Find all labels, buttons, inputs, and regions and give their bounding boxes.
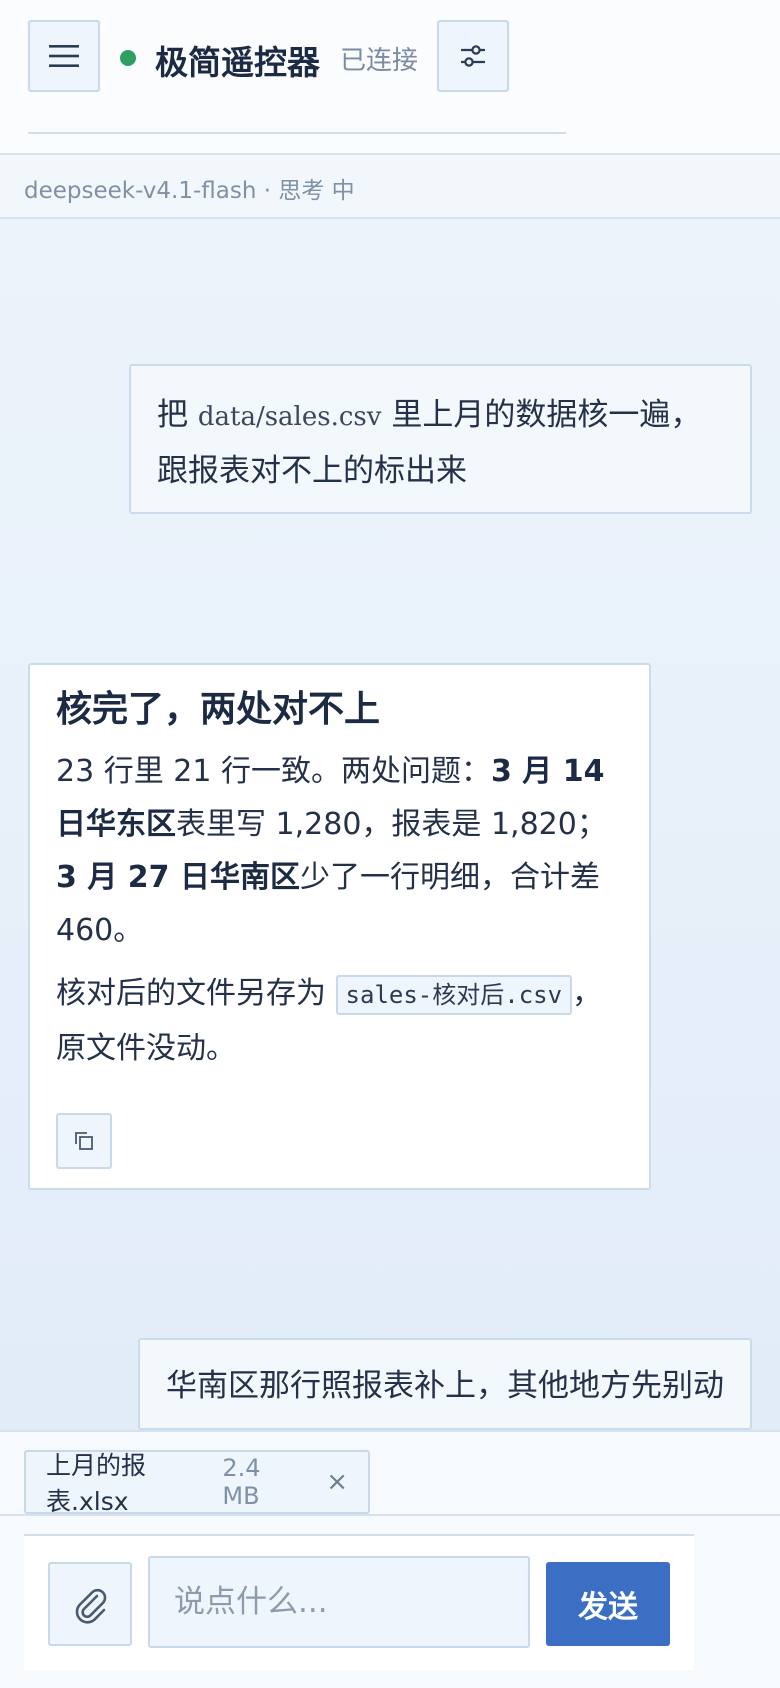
text-segment: 核对后的文件另存为 [56, 976, 336, 1011]
text-segment: 表里写 1,280，报表是 1,820； [176, 807, 607, 842]
model-status-text: deepseek-v4.1-flash · 思考 中 [24, 178, 355, 204]
attachment-chip: 上月的报表.xlsx 2.4 MB × [24, 1450, 370, 1516]
message-composer: 发送 [24, 1534, 694, 1670]
attach-file-button[interactable] [48, 1562, 132, 1646]
assistant-message: 核完了，两处对不上 23 行里 21 行一致。两处问题：3 月 14 日华东区表… [28, 663, 651, 1190]
inline-code: sales-核对后.csv [335, 975, 573, 1015]
user-message-text: 华南区那行照报表补上，其他地方先别动 [166, 1368, 724, 1404]
hamburger-menu-icon [49, 45, 79, 67]
connection-status-text: 已连接 [340, 46, 419, 76]
attachment-name: 上月的报表.xlsx [46, 1451, 147, 1516]
composer-area: 上月的报表.xlsx 2.4 MB × 发送 [0, 1430, 780, 1688]
menu-button[interactable] [28, 20, 100, 92]
user-message-text: 把 data/sales.csv 里上月的数据核一遍，跟报表对不上的标出来 [157, 388, 724, 498]
send-button[interactable]: 发送 [546, 1562, 670, 1646]
message-input[interactable] [148, 1556, 530, 1648]
assistant-paragraph: 核对后的文件另存为 sales-核对后.csv ，原文件没动。 [56, 967, 623, 1075]
assistant-message-title: 核完了，两处对不上 [56, 689, 381, 730]
settings-button[interactable] [437, 20, 509, 92]
text-segment: 23 行里 21 行一致。两处问题： [56, 754, 491, 789]
paperclip-icon [75, 1588, 107, 1624]
sliders-icon [461, 45, 485, 67]
bold-text: 3 月 27 日华南区 [56, 860, 300, 895]
copy-button[interactable] [56, 1113, 112, 1169]
text-segment: 把 [157, 397, 198, 433]
user-message: 华南区那行照报表补上，其他地方先别动 [138, 1338, 752, 1430]
app-header: 极简遥控器 已连接 [0, 0, 780, 155]
attachment-size: 2.4 MB [222, 1454, 261, 1510]
model-status-bar: deepseek-v4.1-flash · 思考 中 [0, 155, 780, 219]
app-title: 极简遥控器 [155, 43, 320, 82]
assistant-paragraph: 23 行里 21 行一致。两处问题：3 月 14 日华东区表里写 1,280，报… [56, 745, 623, 957]
connection-status-dot [120, 50, 136, 66]
inline-code: data/sales.csv [197, 402, 382, 432]
divider [0, 1514, 780, 1516]
user-message: 把 data/sales.csv 里上月的数据核一遍，跟报表对不上的标出来 [129, 364, 752, 514]
remove-attachment-button[interactable]: × [326, 1467, 348, 1497]
copy-icon [75, 1132, 93, 1150]
